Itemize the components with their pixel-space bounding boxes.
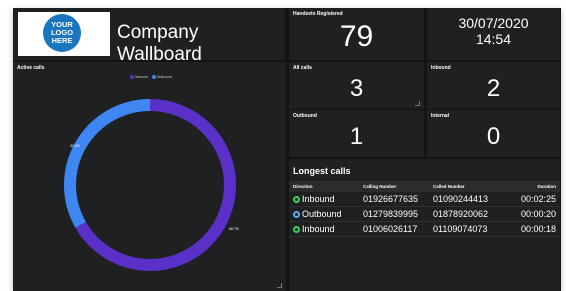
table-row[interactable]: Inbound 01006026117 01109074073 00:00:18 <box>289 221 560 237</box>
direction-text: Outbound <box>302 209 342 219</box>
duration-cell: 00:02:25 <box>507 192 560 207</box>
direction-text: Inbound <box>302 194 335 204</box>
col-called-number[interactable]: Called Number <box>429 181 507 192</box>
calling-number-cell: 01006026117 <box>359 221 429 237</box>
datetime-tile: 30/07/2020 14:54 <box>427 8 560 60</box>
outbound-call-icon <box>293 211 300 219</box>
resize-handle[interactable] <box>415 101 420 106</box>
calling-number-cell: 01926677635 <box>359 192 429 207</box>
longest-calls-title: Longest calls <box>293 166 351 176</box>
resize-handle[interactable] <box>277 283 282 288</box>
header-panel: YOUR LOGO HERE Company Wallboard <box>13 8 285 65</box>
donut-chart <box>63 99 236 271</box>
inbound-value: 2 <box>486 75 501 102</box>
longest-calls-table: Direction Calling Number Called Number D… <box>289 181 560 237</box>
date-text: 30/07/2020 <box>458 15 529 31</box>
all-calls-value: 3 <box>349 75 364 102</box>
donut-slice-outbound[interactable] <box>63 99 150 228</box>
col-direction[interactable]: Direction <box>289 181 359 192</box>
duration-cell: 00:00:18 <box>507 221 560 237</box>
direction-cell: Inbound <box>289 221 359 237</box>
col-duration[interactable]: Duration <box>507 181 560 192</box>
outbound-tile: Outbound 1 <box>289 110 424 157</box>
calling-number-cell: 01279839995 <box>359 206 429 222</box>
direction-text: Inbound <box>302 224 335 234</box>
slice-label-outbound: 33.3% <box>70 144 80 148</box>
called-number-cell: 01878920062 <box>429 206 507 222</box>
inbound-call-icon <box>293 196 300 204</box>
inbound-call-icon <box>293 226 300 234</box>
longest-calls-panel: Longest calls Direction Calling Number C… <box>289 159 560 291</box>
handsets-label: Handsets Registered <box>293 11 343 17</box>
outbound-label: Outbound <box>293 113 317 119</box>
direction-cell: Outbound <box>289 206 359 222</box>
table-row[interactable]: Inbound 01926677635 01090244413 00:02:25 <box>289 192 560 207</box>
internal-label: Internal <box>431 113 450 119</box>
internal-tile: Internal 0 <box>427 110 560 157</box>
col-calling-number[interactable]: Calling Number <box>359 181 429 192</box>
all-calls-label: All calls <box>293 65 312 71</box>
duration-cell: 00:00:20 <box>507 206 560 222</box>
slice-label-inbound: 66.7% <box>229 227 239 231</box>
active-calls-panel: Active calls Inbound Outbound 33.3% 66.7… <box>13 62 286 291</box>
logo-badge: YOUR LOGO HERE <box>43 14 81 52</box>
wallboard: YOUR LOGO HERE Company Wallboard Active ca… <box>13 8 561 291</box>
outbound-value: 1 <box>349 123 364 150</box>
inbound-tile: Inbound 2 <box>427 62 560 109</box>
time-text: 14:54 <box>475 31 512 47</box>
logo: YOUR LOGO HERE <box>18 12 110 56</box>
direction-cell: Inbound <box>289 192 359 207</box>
company-name: Company Wallboard <box>117 22 202 65</box>
all-calls-tile: All calls 3 <box>289 62 424 109</box>
handsets-value: 79 <box>339 20 374 53</box>
inbound-label: Inbound <box>431 65 451 71</box>
table-header-row: Direction Calling Number Called Number D… <box>289 181 560 192</box>
called-number-cell: 01090244413 <box>429 192 507 207</box>
table-row[interactable]: Outbound 01279839995 01878920062 00:00:2… <box>289 206 560 222</box>
handsets-tile: Handsets Registered 79 <box>289 8 424 60</box>
called-number-cell: 01109074073 <box>429 221 507 237</box>
internal-value: 0 <box>486 123 501 150</box>
